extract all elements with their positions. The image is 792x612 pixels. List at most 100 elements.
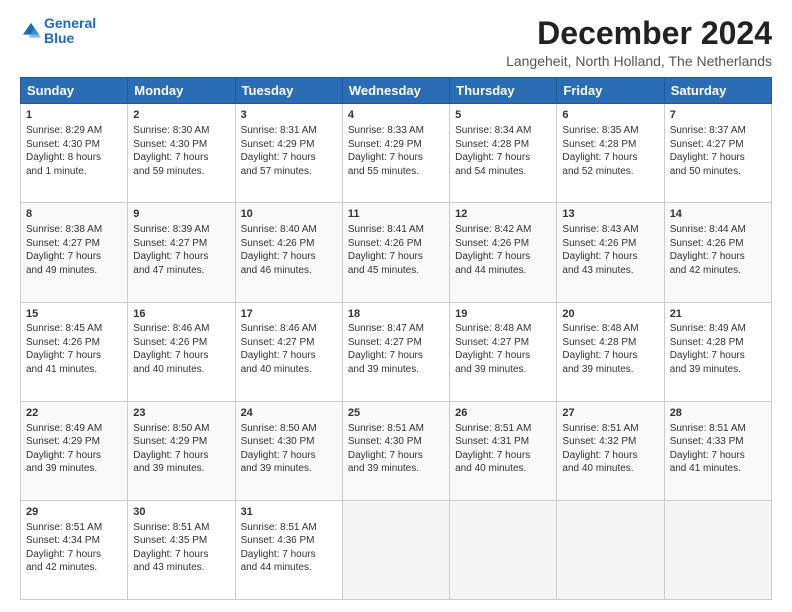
day-info: Sunset: 4:26 PM [133,336,229,350]
day-info: Daylight: 7 hours [133,349,229,363]
calendar-cell [450,500,557,599]
calendar-cell: 1Sunrise: 8:29 AMSunset: 4:30 PMDaylight… [21,104,128,203]
calendar-cell: 7Sunrise: 8:37 AMSunset: 4:27 PMDaylight… [664,104,771,203]
day-info: Daylight: 7 hours [26,449,122,463]
day-info: and 50 minutes. [670,165,766,179]
calendar-cell: 14Sunrise: 8:44 AMSunset: 4:26 PMDayligh… [664,203,771,302]
col-sunday: Sunday [21,78,128,104]
day-info: Sunset: 4:26 PM [241,237,337,251]
day-info: Daylight: 7 hours [348,449,444,463]
day-info: Daylight: 7 hours [455,151,551,165]
day-info: Sunrise: 8:49 AM [26,422,122,436]
day-info: Sunset: 4:33 PM [670,435,766,449]
day-number: 4 [348,108,444,123]
calendar-cell [664,500,771,599]
logo-general: General [44,15,96,31]
location: Langeheit, North Holland, The Netherland… [506,53,772,69]
page: General Blue December 2024 Langeheit, No… [0,0,792,612]
day-info: and 42 minutes. [670,264,766,278]
calendar-cell: 15Sunrise: 8:45 AMSunset: 4:26 PMDayligh… [21,302,128,401]
day-info: Sunrise: 8:30 AM [133,124,229,138]
day-info: Daylight: 7 hours [670,349,766,363]
day-info: and 40 minutes. [455,462,551,476]
day-info: and 39 minutes. [455,363,551,377]
calendar-cell: 10Sunrise: 8:40 AMSunset: 4:26 PMDayligh… [235,203,342,302]
day-info: Daylight: 7 hours [241,349,337,363]
day-number: 11 [348,207,444,222]
calendar-cell: 12Sunrise: 8:42 AMSunset: 4:26 PMDayligh… [450,203,557,302]
calendar-cell: 23Sunrise: 8:50 AMSunset: 4:29 PMDayligh… [128,401,235,500]
day-number: 12 [455,207,551,222]
day-number: 17 [241,307,337,322]
day-info: Sunset: 4:27 PM [670,138,766,152]
day-number: 18 [348,307,444,322]
day-info: and 54 minutes. [455,165,551,179]
day-number: 3 [241,108,337,123]
day-info: and 39 minutes. [26,462,122,476]
day-info: and 40 minutes. [241,363,337,377]
day-info: and 44 minutes. [455,264,551,278]
day-number: 28 [670,406,766,421]
day-info: Sunrise: 8:51 AM [455,422,551,436]
day-number: 26 [455,406,551,421]
day-info: Sunset: 4:27 PM [348,336,444,350]
day-number: 27 [562,406,658,421]
calendar-cell: 5Sunrise: 8:34 AMSunset: 4:28 PMDaylight… [450,104,557,203]
col-monday: Monday [128,78,235,104]
col-thursday: Thursday [450,78,557,104]
day-info: Sunrise: 8:48 AM [455,322,551,336]
day-number: 2 [133,108,229,123]
day-info: Sunset: 4:28 PM [562,336,658,350]
day-info: Daylight: 7 hours [455,250,551,264]
title-block: December 2024 Langeheit, North Holland, … [506,16,772,69]
day-info: Sunrise: 8:42 AM [455,223,551,237]
calendar-cell: 4Sunrise: 8:33 AMSunset: 4:29 PMDaylight… [342,104,449,203]
day-info: Daylight: 7 hours [241,250,337,264]
day-info: and 40 minutes. [562,462,658,476]
day-number: 6 [562,108,658,123]
day-info: and 55 minutes. [348,165,444,179]
calendar-week-3: 15Sunrise: 8:45 AMSunset: 4:26 PMDayligh… [21,302,772,401]
day-info: Daylight: 7 hours [241,151,337,165]
day-number: 19 [455,307,551,322]
day-info: Sunrise: 8:50 AM [133,422,229,436]
day-info: and 39 minutes. [133,462,229,476]
calendar-cell: 8Sunrise: 8:38 AMSunset: 4:27 PMDaylight… [21,203,128,302]
day-info: and 47 minutes. [133,264,229,278]
calendar-cell: 13Sunrise: 8:43 AMSunset: 4:26 PMDayligh… [557,203,664,302]
day-info: Daylight: 7 hours [133,151,229,165]
day-number: 15 [26,307,122,322]
day-info: Daylight: 7 hours [26,349,122,363]
calendar-table: Sunday Monday Tuesday Wednesday Thursday… [20,77,772,600]
logo-text: General Blue [44,16,96,47]
day-info: Daylight: 7 hours [455,449,551,463]
day-info: Daylight: 7 hours [348,151,444,165]
day-info: and 40 minutes. [133,363,229,377]
day-info: Sunrise: 8:37 AM [670,124,766,138]
day-info: Sunrise: 8:47 AM [348,322,444,336]
day-number: 9 [133,207,229,222]
calendar-cell [557,500,664,599]
day-info: Sunrise: 8:45 AM [26,322,122,336]
day-info: Sunset: 4:26 PM [670,237,766,251]
day-info: and 39 minutes. [562,363,658,377]
day-info: and 1 minute. [26,165,122,179]
day-info: and 46 minutes. [241,264,337,278]
day-info: Daylight: 7 hours [26,548,122,562]
day-info: and 39 minutes. [348,462,444,476]
calendar-cell: 3Sunrise: 8:31 AMSunset: 4:29 PMDaylight… [235,104,342,203]
day-number: 5 [455,108,551,123]
day-info: Sunrise: 8:51 AM [133,521,229,535]
calendar-week-4: 22Sunrise: 8:49 AMSunset: 4:29 PMDayligh… [21,401,772,500]
day-number: 21 [670,307,766,322]
day-info: Daylight: 7 hours [455,349,551,363]
day-info: and 43 minutes. [133,561,229,575]
day-info: Daylight: 7 hours [348,250,444,264]
day-info: Sunrise: 8:49 AM [670,322,766,336]
day-info: and 41 minutes. [670,462,766,476]
day-info: Sunset: 4:29 PM [133,435,229,449]
day-number: 13 [562,207,658,222]
day-info: Sunrise: 8:31 AM [241,124,337,138]
day-info: and 44 minutes. [241,561,337,575]
calendar-week-2: 8Sunrise: 8:38 AMSunset: 4:27 PMDaylight… [21,203,772,302]
